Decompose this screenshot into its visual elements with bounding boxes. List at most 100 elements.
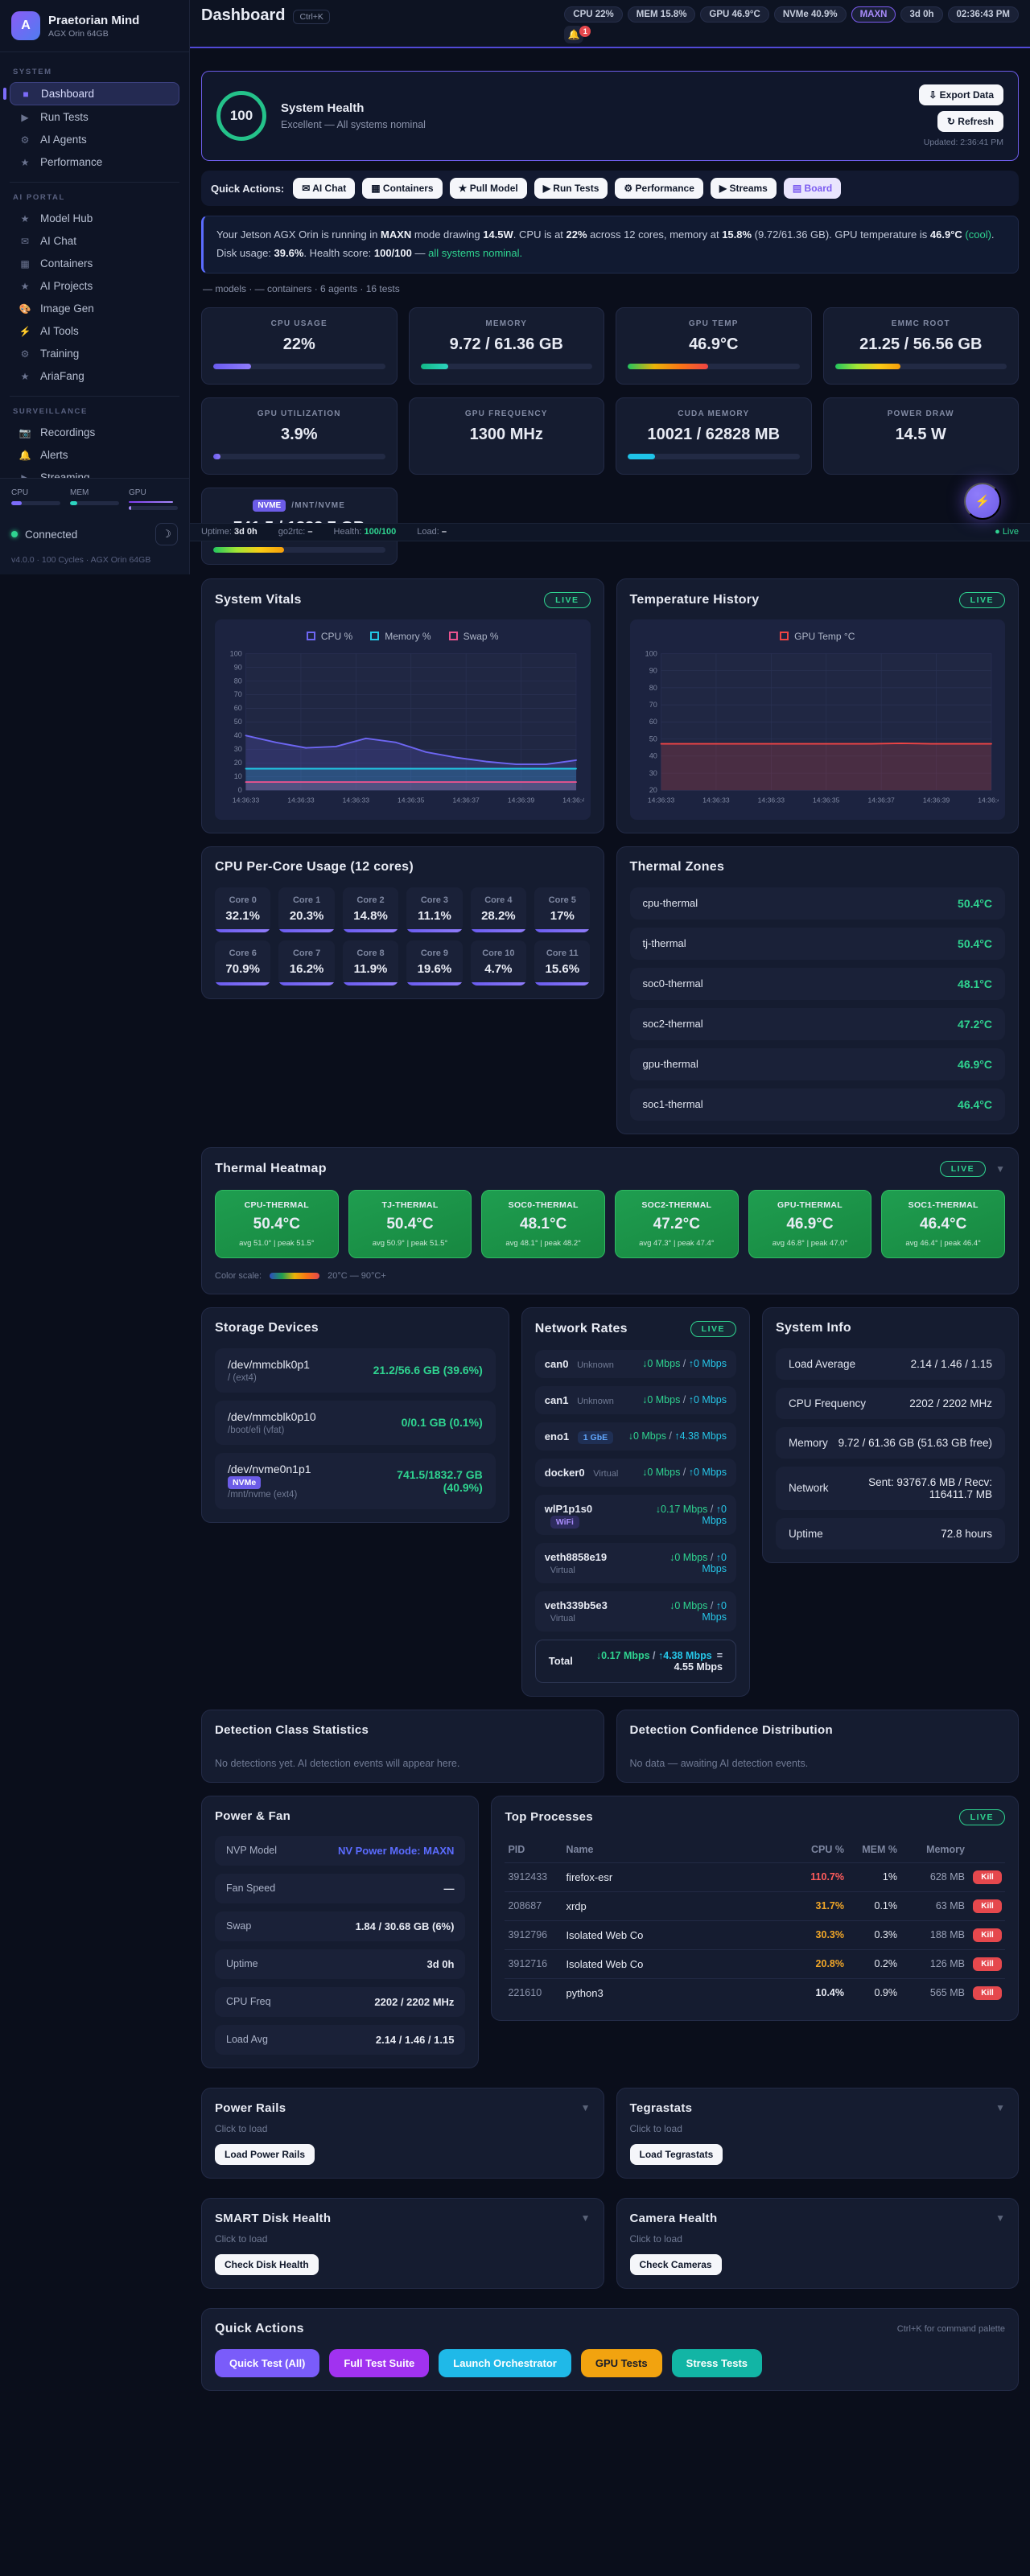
command-palette-shortcut[interactable]: Ctrl+K [293,10,330,24]
sidebar-item-performance[interactable]: ★ Performance [10,151,179,173]
summary-segment: . CPU is at [513,228,566,241]
sidebar-item-recordings[interactable]: 📷 Recordings [10,422,179,443]
sidebar-item-ai-chat[interactable]: ✉ AI Chat [10,230,179,252]
quickbar-ai-chat-button[interactable]: ✉ AI Chat [293,178,356,199]
sidebar-item-ai-tools[interactable]: ⚡ AI Tools [10,320,179,342]
ai-agents-icon: ⚙ [20,134,30,146]
download-rate: 0 Mbps [674,1599,708,1611]
core-name: Core 10 [482,948,515,958]
core-cell-4: Core 4 28.2% [470,887,527,932]
kill-process-button[interactable]: Kill [973,1928,1002,1942]
status-item-load: Load: – [417,527,447,537]
svg-text:80: 80 [234,677,242,685]
header-chip-02-36-43-pm: 02:36:43 PM [947,6,1019,23]
quickbar-performance-button[interactable]: ⚙ Performance [615,178,703,199]
network-list: can0 Unknown ↓0 Mbps / ↑0 Mbps can1 Unkn… [534,1349,736,1683]
quickbar-containers-button[interactable]: ▦ Containers [362,178,443,199]
full-test-suite-button[interactable]: Full Test Suite [329,2348,430,2377]
device-usage: 0/0.1 GB (0.1%) [401,1416,483,1429]
load-hint: Click to load [629,2232,682,2245]
collapse-caret-icon[interactable]: ▼ [995,1163,1005,1175]
stress-tests-button[interactable]: Stress Tests [671,2348,763,2377]
quickbar-pull-model-button[interactable]: ★ Pull Model [449,178,527,199]
collapse-caret-icon[interactable]: ▼ [995,2102,1005,2113]
kill-process-button[interactable]: Kill [973,1985,1002,2000]
metric-value: 10021 / 62828 MB [647,425,781,443]
panel-title: Camera Health [629,2211,718,2225]
header: Dashboard Ctrl+K CPU 22% MEM 15.8% GPU 46.… [190,0,1030,48]
sidebar-item-alerts[interactable]: 🔔 Alerts [10,444,179,466]
tile-temp: 50.4°C [386,1215,434,1232]
network-row-veth339b5e3: veth339b5e3 Virtual ↓0 Mbps / ↑0 Mbps [534,1590,736,1632]
load-power-rails-button[interactable]: Load Power Rails [215,2143,315,2165]
sidebar-item-model-hub[interactable]: ★ Model Hub [10,208,179,229]
streams-icon: ▶ [719,183,727,194]
detection-confidence-empty: No data — awaiting AI detection events. [629,1757,809,1769]
export-data-button[interactable]: ⇩ Export Data [919,84,1003,105]
device-name: /dev/mmcblk0p1 [228,1357,310,1371]
core-value: 32.1% [225,908,260,923]
sidebar-item-training[interactable]: ⚙ Training [10,343,179,364]
quickbar-run-tests-button[interactable]: ▶ Run Tests [534,178,608,199]
sidebar-item-ai-projects[interactable]: ★ AI Projects [10,275,179,297]
legend-item: Swap % [448,631,499,642]
process-memory: 628 MB [929,1871,965,1883]
tile-stats: avg 48.1° | peak 48.2° [505,1238,581,1248]
power-process-row: Power & Fan NVP Model NV Power Mode: MAX… [201,1795,1019,2068]
temperature-history-panel: Temperature History LIVE GPU Temp °C 20 30… [616,578,1019,833]
tile-stats: avg 46.4° | peak 46.4° [905,1238,981,1248]
theme-toggle-button[interactable]: ☽ [155,523,178,545]
power-fan-row-load-avg: Load Avg 2.14 / 1.46 / 1.15 [215,2024,466,2055]
heatmap-tiles: CPU-THERMAL 50.4°C avg 51.0° | peak 51.5… [215,1189,1005,1258]
launch-orchestrator-button[interactable]: Launch Orchestrator [439,2348,571,2377]
refresh-button[interactable]: ↻ Refresh [937,111,1003,132]
quickbar-board-button[interactable]: ▤ Board [783,178,842,199]
temperature-history-chart: GPU Temp °C 20 30 40 50 60 70 80 90 100 14:36:33 14… [629,619,1005,820]
load-tegrastats-button[interactable]: Load Tegrastats [629,2143,723,2165]
svg-text:30: 30 [649,768,657,776]
svg-text:50: 50 [234,718,242,726]
detection-confidence-panel: Detection Confidence Distribution No dat… [616,1709,1019,1783]
sidebar-item-streaming[interactable]: ▶ Streaming [10,467,179,478]
check-cameras-button[interactable]: Check Cameras [629,2253,722,2275]
tile-temp: 48.1°C [520,1215,567,1232]
svg-text:14:36:33: 14:36:33 [343,796,370,804]
connected-dot [11,531,18,537]
meter-label: CPU [11,488,29,497]
brand: A Praetorian Mind AGX Orin 64GB [0,0,189,52]
detection-class-title: Detection Class Statistics [215,1722,369,1737]
command-palette-hint: Ctrl+K for command palette [896,2323,1005,2334]
zone-name: cpu-thermal [642,897,698,909]
sidebar-item-ai-agents[interactable]: ⚙ AI Agents [10,129,179,150]
live-badge: LIVE [958,1809,1005,1825]
ai-tools-icon: ⚡ [19,325,31,337]
sidebar-item-dashboard[interactable]: ■ Dashboard [3,82,179,105]
total-label: Total [548,1655,573,1667]
kill-process-button[interactable]: Kill [973,1870,1002,1884]
quickbar-streams-button[interactable]: ▶ Streams [710,178,777,199]
check-disk-health-button[interactable]: Check Disk Health [215,2253,319,2275]
quick-test-all-button[interactable]: Quick Test (All) [215,2348,320,2377]
metric-progress [628,453,800,459]
collapse-caret-icon[interactable]: ▼ [995,2212,1005,2224]
gpu-tests-button[interactable]: GPU Tests [580,2348,662,2377]
sidebar-item-ariafang[interactable]: ★ AriaFang [10,365,179,387]
metric-label: CPU USAGE [270,319,328,328]
process-cpu: 20.8% [815,1958,844,1969]
sidebar-item-run-tests[interactable]: ▶ Run Tests [10,106,179,128]
legend-item: CPU % [306,631,352,642]
notifications[interactable]: 🔔 1 [564,26,591,43]
interface-badge: 1 GbE [577,1430,614,1444]
collapse-caret-icon[interactable]: ▼ [581,2212,591,2224]
sidebar-item-containers[interactable]: ▦ Containers [10,253,179,274]
sidebar-item-image-gen[interactable]: 🎨 Image Gen [10,298,179,319]
kill-process-button[interactable]: Kill [973,1899,1002,1913]
kill-process-button[interactable]: Kill [973,1957,1002,1971]
ai-assistant-fab[interactable]: ⚡ [964,482,1001,520]
header-chips: CPU 22% MEM 15.8% GPU 46.9°C NVMe 40.9% MAXN… [564,6,1019,23]
info-label: Network [789,1482,829,1494]
power-fan-row-swap: Swap 1.84 / 30.68 GB (6%) [215,1911,466,1941]
core-name: Core 2 [356,895,385,905]
collapse-caret-icon[interactable]: ▼ [581,2102,591,2113]
status-bar: Uptime: 3d 0h go2rtc: – Health: 100/100 … [190,522,1030,541]
